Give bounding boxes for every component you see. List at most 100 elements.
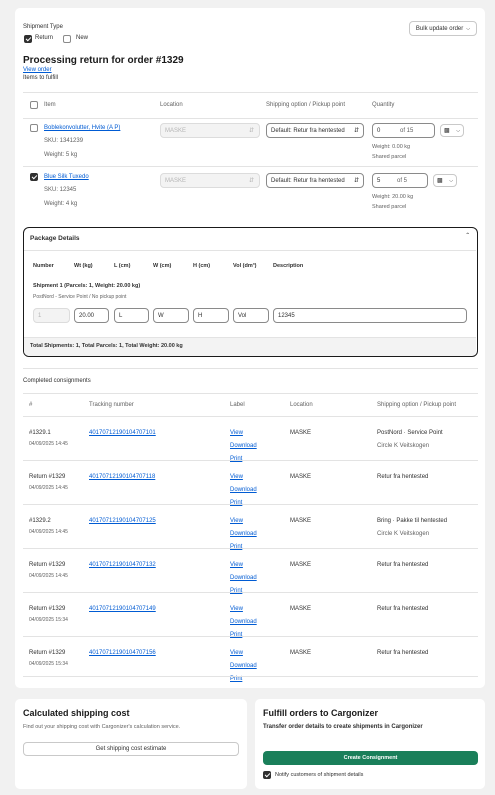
- location-select: MASKE ⇵: [160, 173, 260, 188]
- new-option-label: New: [76, 35, 89, 41]
- consignment-date: 04/09/2025 15:34: [29, 617, 68, 623]
- shipment-type-label: Shipment Type: [23, 24, 63, 30]
- consignment-shipping-option: Retur fra hentested: [377, 650, 429, 656]
- create-consignment-label: Create Consignment: [343, 755, 398, 761]
- tracking-number-link[interactable]: 40170712190104707101: [89, 430, 156, 436]
- notify-customers-checkbox[interactable]: [263, 771, 271, 779]
- download-label-link[interactable]: Download: [230, 663, 257, 669]
- select-arrows-icon: ⇵: [248, 128, 254, 134]
- bulk-update-button[interactable]: Bulk update order ⌵: [409, 21, 477, 36]
- location-select-value: MASKE: [165, 127, 187, 134]
- item-name-link[interactable]: Boblekonvolutter, Hvite (A P): [44, 125, 120, 131]
- parcel-width-input[interactable]: W: [153, 308, 189, 323]
- shipping-cost-desc: Find out your shipping cost with Cargoni…: [23, 724, 181, 730]
- location-select-value: MASKE: [165, 177, 187, 184]
- consignment-id: Return #1329: [29, 562, 66, 568]
- create-consignment-button[interactable]: Create Consignment: [263, 751, 478, 765]
- view-label-link[interactable]: View: [230, 606, 243, 612]
- select-all-checkbox[interactable]: [30, 101, 38, 109]
- view-label-link[interactable]: View: [230, 518, 243, 524]
- consignment-shipping-option: Retur fra hentested: [377, 562, 429, 568]
- tracking-number-link[interactable]: 40170712190104707156: [89, 650, 156, 656]
- parcel-number-value: 1: [38, 312, 42, 319]
- shipping-column-header: Shipping option / Pickup point: [266, 102, 346, 108]
- view-label-link[interactable]: View: [230, 650, 243, 656]
- parcel-weight-input[interactable]: 20.00: [74, 308, 109, 323]
- download-label-link[interactable]: Download: [230, 487, 257, 493]
- view-label-link[interactable]: View: [230, 430, 243, 436]
- consignment-location: MASKE: [290, 474, 312, 480]
- width-column-header: W (cm): [153, 263, 172, 269]
- item-checkbox[interactable]: [30, 124, 38, 132]
- items-to-fulfill-label: Items to fulfill: [23, 75, 59, 81]
- location-column-header: Location: [160, 102, 183, 108]
- tracking-number-link[interactable]: 40170712190104707132: [89, 562, 156, 568]
- consignment-shipping-option: Bring · Pakke til hentested: [377, 518, 448, 524]
- quantity-of: of 15: [400, 127, 414, 134]
- quantity-value: 5: [377, 177, 381, 184]
- shipping-option-value: Default: Retur fra hentested: [271, 177, 345, 184]
- consignment-id: Return #1329: [29, 474, 66, 480]
- view-order-link[interactable]: View order: [23, 67, 52, 73]
- view-label-link[interactable]: View: [230, 474, 243, 480]
- consignment-date: 04/09/2025 14:45: [29, 573, 68, 579]
- quantity-weight: Weight: 0.00 kg: [372, 144, 411, 150]
- chevron-down-icon: ⌵: [466, 25, 471, 32]
- quantity-of: of 5: [397, 177, 408, 184]
- parcel-description-input[interactable]: 12345: [273, 308, 467, 323]
- quantity-input[interactable]: 5 of 5: [372, 173, 428, 188]
- quantity-input[interactable]: 0 of 15: [372, 123, 435, 138]
- chevron-down-icon: ⌵: [449, 177, 453, 184]
- shipping-option-select[interactable]: Default: Retur fra hentested ⇵: [266, 123, 364, 138]
- chevron-down-icon: ⌵: [456, 127, 460, 134]
- shared-parcel-label: Shared parcel: [372, 154, 407, 160]
- download-label-link[interactable]: Download: [230, 619, 257, 625]
- parcel-description-value: 12345: [278, 312, 295, 319]
- location-select: MASKE ⇵: [160, 123, 260, 138]
- parcel-height-input[interactable]: H: [193, 308, 229, 323]
- notify-customers-label: Notify customers of shipment details: [275, 772, 364, 778]
- download-label-link[interactable]: Download: [230, 531, 257, 537]
- view-label-link[interactable]: View: [230, 562, 243, 568]
- consignment-pickup-point: Circle K Veitskogen: [377, 443, 430, 449]
- row-divider: [23, 504, 478, 505]
- tracking-number-link[interactable]: 40170712190104707149: [89, 606, 156, 612]
- parcel-length-input[interactable]: L: [114, 308, 149, 323]
- print-label-link[interactable]: Print: [230, 500, 242, 506]
- download-label-link[interactable]: Download: [230, 575, 257, 581]
- get-estimate-button[interactable]: Get shipping cost estimate: [23, 742, 239, 756]
- return-checkbox[interactable]: [24, 35, 32, 43]
- tracking-number-link[interactable]: 40170712190104707125: [89, 518, 156, 524]
- select-arrows-icon: ⇵: [353, 128, 359, 134]
- row-divider: [23, 460, 478, 461]
- package-icon: ▩: [437, 178, 443, 184]
- item-checkbox[interactable]: [30, 173, 38, 181]
- print-label-link[interactable]: Print: [230, 588, 242, 594]
- quantity-column-header: Quantity: [372, 102, 395, 108]
- new-checkbox[interactable]: [63, 35, 71, 43]
- item-name-link[interactable]: Blue Silk Tuxedo: [44, 174, 89, 180]
- print-label-link[interactable]: Print: [230, 544, 242, 550]
- item-sku: SKU: 1341239: [44, 138, 84, 144]
- consignment-location: MASKE: [290, 562, 312, 568]
- package-icon: ▩: [444, 128, 450, 134]
- fulfill-desc: Transfer order details to create shipmen…: [263, 724, 423, 730]
- return-option-label: Return: [35, 35, 54, 41]
- download-label-link[interactable]: Download: [230, 443, 257, 449]
- length-column-header: L (cm): [114, 263, 131, 269]
- consignment-date: 04/09/2025 14:45: [29, 529, 68, 535]
- id-column-header: #: [29, 402, 33, 408]
- consignment-id: Return #1329: [29, 606, 66, 612]
- parcel-menu-button[interactable]: ▩ ⌵: [440, 124, 464, 137]
- shipping-option-select[interactable]: Default: Retur fra hentested ⇵: [266, 173, 364, 188]
- parcel-volume-input[interactable]: Vol: [233, 308, 269, 323]
- chevron-up-icon[interactable]: ˆ: [466, 232, 469, 241]
- item-column-header: Item: [44, 102, 56, 108]
- print-label-link[interactable]: Print: [230, 456, 242, 462]
- item-weight: Weight: 5 kg: [44, 152, 78, 158]
- print-label-link[interactable]: Print: [230, 632, 242, 638]
- consignment-id: Return #1329: [29, 650, 66, 656]
- location-column-header: Location: [290, 402, 313, 408]
- tracking-number-link[interactable]: 40170712190104707118: [89, 474, 155, 480]
- parcel-menu-button[interactable]: ▩ ⌵: [433, 174, 457, 187]
